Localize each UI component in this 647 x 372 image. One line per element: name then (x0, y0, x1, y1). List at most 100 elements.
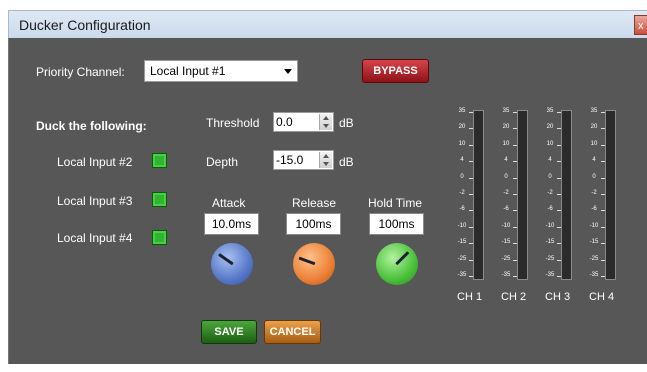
meter-tick-label: 10 (458, 140, 466, 147)
meter-tick-mark (469, 226, 473, 228)
meter-tick-label: 4 (592, 157, 596, 164)
meter-tick-label: -6 (591, 206, 597, 213)
meter-tick-mark (513, 226, 517, 228)
meter-tick-mark (557, 194, 561, 195)
level-meter-bar (605, 110, 616, 280)
meter-tick-label: -15 (589, 239, 599, 246)
meter-tick-label: 35 (546, 108, 554, 114)
meter-tick-label: -15 (501, 239, 511, 246)
meter-tick-label: -10 (457, 222, 467, 229)
meter-tick-label: 35 (590, 108, 598, 114)
meter-tick-mark (557, 112, 561, 113)
meter-tick-mark (513, 177, 517, 179)
meter-tick-label: 4 (460, 157, 464, 164)
meter-tick-label: -35 (457, 272, 467, 278)
meter-tick-mark (601, 210, 605, 212)
meter-tick-mark (557, 226, 561, 228)
meter-tick-mark (469, 276, 473, 277)
meter-tick-mark (601, 243, 605, 245)
meter-tick-label: 20 (546, 124, 554, 131)
meter-tick-label: 35 (502, 108, 510, 114)
meter-tick-mark (557, 161, 561, 163)
meter-tick-label: -25 (457, 255, 467, 262)
meter-tick-label: 4 (504, 157, 508, 164)
meter-tick-mark (469, 128, 473, 130)
meter-tick-mark (557, 243, 561, 245)
meter-tick-mark (601, 128, 605, 130)
meter-tick-mark (513, 144, 517, 146)
meter-tick-label: 20 (590, 124, 598, 131)
meter-tick-mark (513, 276, 517, 277)
save-button[interactable]: SAVE (201, 320, 257, 344)
level-meters: 35 20 10 4 0 -2 -6 -10 -15 -25 -35 CH 1 35 20 10 4 0 -2 -6… (0, 0, 647, 372)
meter-tick-label: -35 (589, 272, 599, 278)
meter-tick-mark (469, 194, 473, 195)
ducker-config-dialog: Ducker Configuration x Priority Channel:… (0, 0, 647, 372)
meter-tick-label: -25 (589, 255, 599, 262)
meter-tick-mark (557, 144, 561, 146)
meter-tick-mark (513, 210, 517, 212)
meter-tick-label: -6 (547, 206, 553, 213)
meter-tick-mark (469, 161, 473, 163)
meter-tick-mark (557, 177, 561, 179)
meter-tick-mark (513, 128, 517, 130)
meter-tick-label: 35 (458, 108, 466, 114)
meter-tick-label: -35 (545, 272, 555, 278)
meter-tick-mark (469, 177, 473, 179)
meter-tick-label: -2 (591, 190, 597, 196)
meter-tick-mark (601, 276, 605, 277)
meter-tick-label: -6 (503, 206, 509, 213)
meter-tick-label: 4 (548, 157, 552, 164)
meter-tick-mark (513, 161, 517, 163)
meter-tick-mark (469, 243, 473, 245)
meter-tick-label: 10 (590, 140, 598, 147)
meter-tick-mark (557, 128, 561, 130)
meter-tick-label: -35 (501, 272, 511, 278)
meter-tick-label: -25 (501, 255, 511, 262)
meter-tick-label: 0 (592, 173, 596, 180)
meter-tick-mark (557, 276, 561, 277)
meter-tick-label: 20 (458, 124, 466, 131)
meter-tick-label: -2 (503, 190, 509, 196)
meter-tick-mark (469, 144, 473, 146)
meter-channel-label: CH 2 (501, 291, 527, 303)
meter-tick-mark (601, 177, 605, 179)
meter-tick-mark (513, 243, 517, 245)
meter-tick-label: -10 (501, 222, 511, 229)
meter-tick-mark (513, 259, 517, 261)
meter-tick-mark (557, 259, 561, 261)
meter-tick-mark (601, 161, 605, 163)
meter-tick-label: -15 (545, 239, 555, 246)
meter-tick-label: 0 (548, 173, 552, 180)
meter-tick-mark (601, 226, 605, 228)
meter-tick-label: -2 (459, 190, 465, 196)
meter-tick-label: 10 (502, 140, 510, 147)
meter-tick-label: 0 (460, 173, 464, 180)
level-meter-bar (473, 110, 484, 280)
meter-tick-mark (469, 112, 473, 113)
meter-tick-mark (513, 194, 517, 195)
meter-tick-label: -25 (545, 255, 555, 262)
meter-tick-label: -10 (545, 222, 555, 229)
level-meter-bar (561, 110, 572, 280)
level-meter-bar (517, 110, 528, 280)
meter-channel-label: CH 3 (545, 291, 571, 303)
meter-channel-label: CH 4 (589, 291, 615, 303)
meter-tick-label: 0 (504, 173, 508, 180)
meter-tick-mark (601, 259, 605, 261)
cancel-button[interactable]: CANCEL (264, 320, 321, 344)
meter-channel-label: CH 1 (457, 291, 483, 303)
meter-tick-label: -10 (589, 222, 599, 229)
meter-tick-label: -15 (457, 239, 467, 246)
meter-tick-mark (513, 112, 517, 113)
meter-tick-mark (557, 210, 561, 212)
meter-tick-mark (601, 144, 605, 146)
meter-tick-mark (601, 194, 605, 195)
meter-tick-label: 20 (502, 124, 510, 131)
meter-tick-mark (601, 112, 605, 113)
meter-tick-mark (469, 210, 473, 212)
meter-tick-label: 10 (546, 140, 554, 147)
meter-tick-mark (469, 259, 473, 261)
meter-tick-label: -2 (547, 190, 553, 196)
meter-tick-label: -6 (459, 206, 465, 213)
